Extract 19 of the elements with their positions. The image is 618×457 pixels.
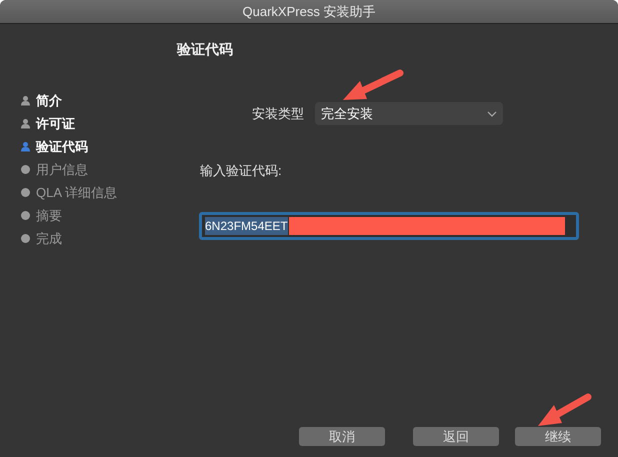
step-label: 完成: [36, 230, 62, 248]
annotation-arrow: [343, 70, 404, 100]
step-label: QLA 详细信息: [36, 184, 117, 202]
step-label: 简介: [36, 92, 62, 110]
step-label: 摘要: [36, 206, 62, 225]
dialog-button[interactable]: 继续: [515, 427, 601, 446]
code-label: 输入验证代码:: [200, 162, 283, 180]
dialog-button[interactable]: 返回: [413, 427, 499, 446]
step-label: 用户信息: [36, 160, 88, 179]
code-input-field[interactable]: 6N23FM54EET: [199, 212, 579, 240]
chevron-icon: [487, 110, 497, 116]
page-heading: 验证代码: [177, 40, 234, 59]
step-label: 验证代码: [36, 138, 88, 156]
install-type-label: 安装类型: [252, 104, 304, 123]
install-type-dropdown[interactable]: 完全安装: [315, 102, 503, 125]
step-label: 许可证: [36, 114, 75, 133]
annotation-arrow: [538, 394, 592, 426]
dialog-button[interactable]: 取消: [299, 427, 385, 446]
window-title: QuarkXPress 安装助手: [242, 2, 376, 21]
